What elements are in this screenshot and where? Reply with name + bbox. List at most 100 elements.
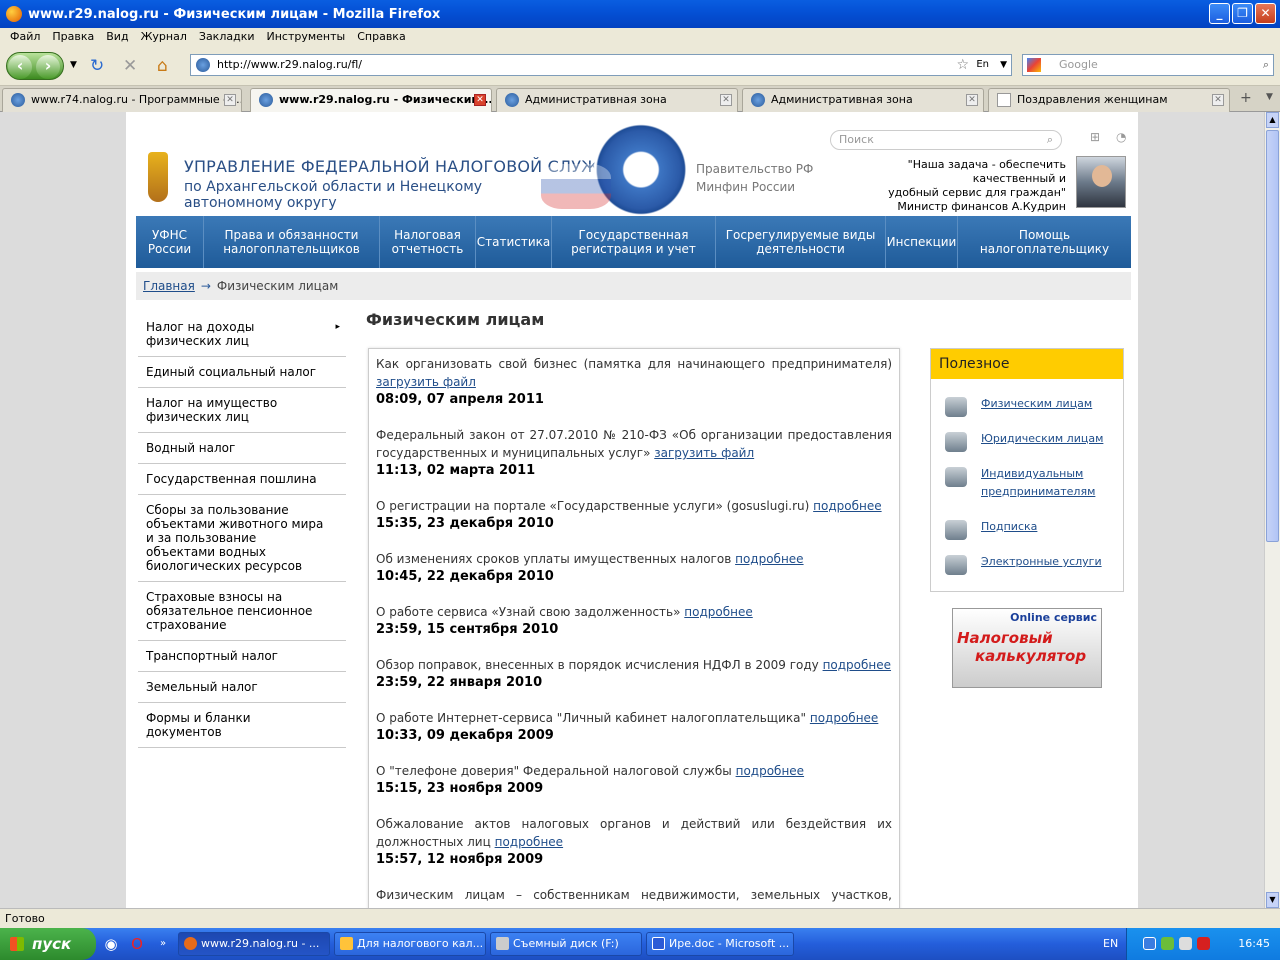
sidebar-item-wildlife-fees[interactable]: Сборы за пользование объектами животного… bbox=[138, 495, 346, 582]
sidebar-item-ndfl[interactable]: Налог на доходы физических лиц ▸ bbox=[138, 312, 346, 357]
sidebar-item-esn[interactable]: Единый социальный налог bbox=[138, 357, 346, 388]
task-folder[interactable]: Для налогового кал... bbox=[334, 932, 486, 956]
menu-view[interactable]: Вид bbox=[100, 28, 134, 46]
useful-link[interactable]: Подписка bbox=[981, 518, 1037, 536]
tab-r74[interactable]: www.r74.nalog.ru - Программные ср... ✕ bbox=[2, 88, 242, 112]
sidebar-item-state-duty[interactable]: Государственная пошлина bbox=[138, 464, 346, 495]
system-tray: EN 16:45 bbox=[1103, 928, 1280, 960]
minimize-button[interactable]: _ bbox=[1209, 3, 1230, 24]
tab-list-icon[interactable]: ▼ bbox=[1266, 92, 1273, 102]
url-dropdown-icon[interactable]: ▼ bbox=[1000, 55, 1007, 75]
menu-tools[interactable]: Инструменты bbox=[261, 28, 352, 46]
breadcrumb-home[interactable]: Главная bbox=[143, 279, 195, 293]
rss-icon[interactable]: ◔ bbox=[1116, 130, 1126, 144]
sidebar-item-forms[interactable]: Формы и бланки документов bbox=[138, 703, 346, 748]
news-link[interactable]: подробнее bbox=[736, 764, 804, 778]
task-drive[interactable]: Съемный диск (F:) bbox=[490, 932, 642, 956]
tab-close-icon[interactable]: ✕ bbox=[474, 94, 486, 106]
sidebar-item-pension[interactable]: Страховые взносы на обязательное пенсион… bbox=[138, 582, 346, 641]
reload-icon[interactable]: ↻ bbox=[90, 56, 104, 76]
tab-close-icon[interactable]: ✕ bbox=[224, 94, 236, 106]
nav-rights[interactable]: Права и обязанности налогоплательщиков bbox=[204, 216, 380, 268]
useful-link[interactable]: Индивидуальным bbox=[981, 465, 1083, 483]
news-link[interactable]: загрузить файл bbox=[654, 446, 754, 460]
nav-reporting[interactable]: Налоговая отчетность bbox=[380, 216, 476, 268]
news-link[interactable]: загрузить файл bbox=[376, 375, 476, 389]
sidebar-item-land-tax[interactable]: Земельный налог bbox=[138, 672, 346, 703]
useful-link[interactable]: Электронные услуги bbox=[981, 553, 1102, 571]
nav-statistics[interactable]: Статистика bbox=[476, 216, 552, 268]
start-button[interactable]: пуск bbox=[0, 928, 96, 960]
close-window-button[interactable]: ✕ bbox=[1255, 3, 1276, 24]
history-dropdown-icon[interactable]: ▼ bbox=[70, 60, 77, 70]
nav-inspections[interactable]: Инспекции bbox=[886, 216, 958, 268]
scroll-down-icon[interactable]: ▼ bbox=[1266, 892, 1279, 908]
tab-close-icon[interactable]: ✕ bbox=[1212, 94, 1224, 106]
link-government[interactable]: Правительство РФ bbox=[696, 160, 813, 178]
nav-ufns[interactable]: УФНС России bbox=[136, 216, 204, 268]
web-search-box[interactable]: Google ⌕ bbox=[1022, 54, 1274, 76]
menu-history[interactable]: Журнал bbox=[135, 28, 193, 46]
sidebar-item-transport-tax[interactable]: Транспортный налог bbox=[138, 641, 346, 672]
site-search-placeholder: Поиск bbox=[839, 133, 874, 146]
minister-quote: "Наша задача - обеспечить качественный и… bbox=[826, 158, 1066, 214]
menu-help[interactable]: Справка bbox=[351, 28, 411, 46]
quote-author: Министр финансов А.Кудрин bbox=[897, 200, 1066, 213]
menu-edit[interactable]: Правка bbox=[46, 28, 100, 46]
menu-file[interactable]: Файл bbox=[4, 28, 46, 46]
bookmark-star-icon[interactable]: ☆ bbox=[956, 55, 969, 75]
network-icon[interactable] bbox=[1161, 937, 1174, 950]
useful-link[interactable]: Физическим лицам bbox=[981, 395, 1092, 413]
tab-admin-1[interactable]: Административная зона ✕ bbox=[496, 88, 738, 112]
language-indicator[interactable]: EN bbox=[1103, 928, 1118, 960]
tab-greetings[interactable]: Поздравления женщинам ✕ bbox=[988, 88, 1230, 112]
scroll-thumb[interactable] bbox=[1266, 130, 1279, 542]
task-word[interactable]: Ире.doc - Microsoft ... bbox=[646, 932, 794, 956]
search-icon[interactable]: ⌕ bbox=[1047, 131, 1053, 149]
site-search-input[interactable]: Поиск ⌕ bbox=[830, 130, 1062, 150]
search-icon[interactable]: ⌕ bbox=[1263, 55, 1269, 75]
home-icon[interactable]: ⌂ bbox=[157, 56, 168, 76]
task-firefox[interactable]: www.r29.nalog.ru - ... bbox=[178, 932, 330, 956]
useful-link[interactable]: предпринимателям bbox=[981, 483, 1095, 501]
url-bar[interactable]: http://www.r29.nalog.ru/fl/ ☆ En ▼ bbox=[190, 54, 1012, 76]
forward-arrow-icon[interactable]: › bbox=[36, 55, 60, 79]
news-link[interactable]: подробнее bbox=[495, 835, 563, 849]
antivirus-icon[interactable] bbox=[1197, 937, 1210, 950]
tab-close-icon[interactable]: ✕ bbox=[720, 94, 732, 106]
nav-regulated[interactable]: Госрегулируемые виды деятельности bbox=[716, 216, 886, 268]
menu-bookmarks[interactable]: Закладки bbox=[193, 28, 261, 46]
vertical-scrollbar[interactable]: ▲ ▼ bbox=[1264, 112, 1280, 908]
tax-calculator-banner[interactable]: Online сервис Налоговый калькулятор bbox=[952, 608, 1102, 688]
breadcrumb-arrow-icon: → bbox=[200, 279, 211, 293]
tab-close-icon[interactable]: ✕ bbox=[966, 94, 978, 106]
sidebar-item-water-tax[interactable]: Водный налог bbox=[138, 433, 346, 464]
stop-icon[interactable]: ✕ bbox=[123, 56, 137, 76]
news-link[interactable]: подробнее bbox=[823, 658, 891, 672]
tab-admin-2[interactable]: Административная зона ✕ bbox=[742, 88, 984, 112]
status-bar: Готово bbox=[0, 908, 1280, 928]
sitemap-icon[interactable]: ⊞ bbox=[1090, 130, 1100, 144]
banner-title-line: калькулятор bbox=[975, 647, 1087, 665]
nav-registration[interactable]: Государственная регистрация и учет bbox=[552, 216, 716, 268]
tab-r29-active[interactable]: www.r29.nalog.ru - Физическим ... ✕ bbox=[250, 88, 492, 113]
tray-arrow-icon[interactable] bbox=[1143, 937, 1156, 950]
news-link[interactable]: подробнее bbox=[813, 499, 881, 513]
link-minfin[interactable]: Минфин России bbox=[696, 178, 813, 196]
sidebar-item-property-tax[interactable]: Налог на имущество физических лиц bbox=[138, 388, 346, 433]
useful-link[interactable]: Юридическим лицам bbox=[981, 430, 1103, 448]
google-icon[interactable] bbox=[1027, 58, 1041, 72]
firefox-quicklaunch-icon[interactable]: ◉ bbox=[100, 933, 122, 955]
usb-icon[interactable] bbox=[1179, 937, 1192, 950]
quicklaunch-expand-icon[interactable]: » bbox=[152, 933, 174, 955]
list-item: Физическим лицам – собственникам недвижи… bbox=[376, 888, 892, 908]
scroll-up-icon[interactable]: ▲ bbox=[1266, 112, 1279, 128]
opera-quicklaunch-icon[interactable]: O bbox=[126, 933, 148, 955]
nav-help[interactable]: Помощь налогоплательщику bbox=[958, 216, 1131, 268]
news-link[interactable]: подробнее bbox=[684, 605, 752, 619]
new-tab-icon[interactable]: + bbox=[1240, 90, 1252, 106]
news-link[interactable]: подробнее bbox=[735, 552, 803, 566]
news-link[interactable]: подробнее bbox=[810, 711, 878, 725]
maximize-button[interactable]: ❐ bbox=[1232, 3, 1253, 24]
back-arrow-icon[interactable]: ‹ bbox=[8, 55, 32, 79]
